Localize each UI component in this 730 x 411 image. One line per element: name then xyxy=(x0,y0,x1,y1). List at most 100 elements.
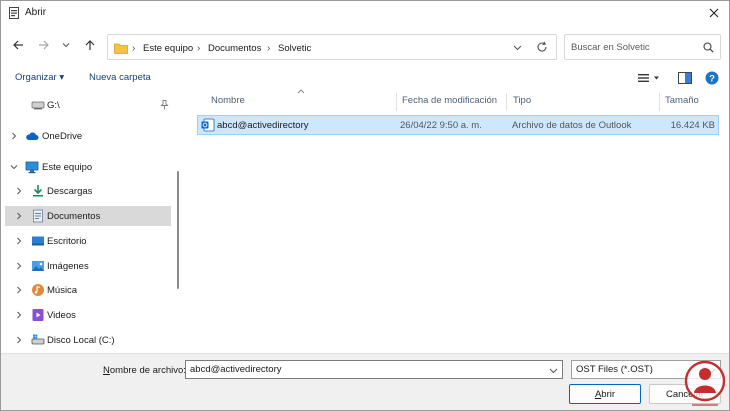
chevron-right-icon[interactable] xyxy=(15,237,23,245)
sidebar-item-label: Escritorio xyxy=(47,236,87,247)
open-button-label: brir xyxy=(601,388,616,400)
chevron-right-icon[interactable] xyxy=(15,262,23,270)
breadcrumb-separator: › xyxy=(132,43,136,54)
column-header-name[interactable]: Nombre xyxy=(211,95,245,106)
recent-locations-button[interactable] xyxy=(60,37,72,53)
column-header-type[interactable]: Tipo xyxy=(513,95,531,106)
music-icon xyxy=(32,284,44,296)
sidebar-item-onedrive[interactable]: OneDrive xyxy=(5,126,171,146)
chevron-down-icon xyxy=(62,43,70,48)
sidebar-item-label: Imágenes xyxy=(47,261,89,272)
pin-icon xyxy=(160,100,169,110)
breadcrumb-este-equipo[interactable]: Este equipo xyxy=(143,43,193,54)
table-row[interactable]: abcd@activedirectory 26/04/22 9:50 a. m.… xyxy=(197,115,719,135)
sidebar-item-disco-local-c[interactable]: Disco Local (C:) xyxy=(5,330,171,350)
breadcrumb-solvetic[interactable]: Solvetic xyxy=(278,43,311,54)
open-file-dialog: Abrir › Este equipo › Documentos › Solve… xyxy=(0,0,730,411)
arrow-right-icon xyxy=(39,40,49,50)
column-divider[interactable] xyxy=(396,93,397,111)
search-input[interactable] xyxy=(571,42,699,53)
navigation-bar: › Este equipo › Documentos › Solvetic xyxy=(1,31,729,61)
sidebar-item-label: Disco Local (C:) xyxy=(47,335,115,346)
chevron-down-icon[interactable] xyxy=(549,366,558,375)
file-type: Archivo de datos de Outlook xyxy=(512,120,632,131)
sidebar-item-label: Este equipo xyxy=(42,162,93,173)
chevron-right-icon[interactable] xyxy=(15,336,23,344)
sidebar-item-videos[interactable]: Videos xyxy=(5,305,171,325)
pictures-icon xyxy=(32,261,44,271)
download-icon xyxy=(33,185,43,197)
breadcrumb-separator: › xyxy=(267,43,271,54)
breadcrumb-separator: › xyxy=(197,43,201,54)
sidebar-scrollbar[interactable] xyxy=(177,171,179,289)
chevron-down-icon xyxy=(707,368,716,374)
chevron-right-icon[interactable] xyxy=(15,187,23,195)
filename-combobox xyxy=(185,360,563,379)
breadcrumb-documentos[interactable]: Documentos xyxy=(208,43,261,54)
chevron-right-icon[interactable] xyxy=(15,286,23,294)
cancel-button[interactable]: Cancelar xyxy=(649,384,721,404)
close-icon xyxy=(709,8,719,18)
file-size: 16.424 KB xyxy=(670,120,715,131)
column-divider[interactable] xyxy=(506,93,507,111)
sidebar-item-este-equipo[interactable]: Este equipo xyxy=(5,157,171,177)
arrow-up-icon xyxy=(85,40,95,50)
cancel-button-label: Cancelar xyxy=(665,388,705,400)
title-bar: Abrir xyxy=(1,1,729,25)
chevron-down-icon[interactable] xyxy=(513,43,522,52)
chevron-down-icon[interactable] xyxy=(10,163,18,171)
drive-icon xyxy=(31,101,45,110)
sidebar-item-imagenes[interactable]: Imágenes xyxy=(5,256,171,276)
sidebar-item-label: OneDrive xyxy=(42,131,83,142)
cloud-icon xyxy=(26,132,39,140)
chevron-right-icon[interactable] xyxy=(10,132,18,140)
column-header-size[interactable]: Tamaño xyxy=(665,95,699,106)
list-view-icon xyxy=(638,74,659,82)
sidebar-item-musica[interactable]: Música xyxy=(5,280,171,300)
sidebar-item-label: G:\ xyxy=(47,100,60,111)
outlook-data-file-icon xyxy=(201,118,215,132)
navigation-pane: G:\ OneDrive Este equipo Descargas Docum… xyxy=(1,91,183,353)
filename-label-text: ombre de archivo: xyxy=(109,365,186,376)
sidebar-item-g-drive[interactable]: G:\ xyxy=(5,95,171,115)
help-button[interactable]: ? xyxy=(704,70,720,86)
svg-text:?: ? xyxy=(709,73,715,84)
preview-pane-button[interactable] xyxy=(677,70,693,86)
organize-menu[interactable]: Organizar ▾ xyxy=(15,72,64,83)
filename-input[interactable] xyxy=(190,364,540,375)
dialog-footer: Nombre de archivo: OST Files (*.OST) Abr… xyxy=(1,353,729,410)
close-button[interactable] xyxy=(703,3,725,23)
command-bar: Organizar ▾ Nueva carpeta ? xyxy=(1,67,729,89)
view-options-button[interactable] xyxy=(636,70,662,86)
sidebar-item-escritorio[interactable]: Escritorio xyxy=(5,231,171,251)
sort-ascending-icon xyxy=(297,89,305,94)
column-header-date[interactable]: Fecha de modificación xyxy=(402,95,497,106)
back-button[interactable] xyxy=(10,37,26,53)
address-bar[interactable]: › Este equipo › Documentos › Solvetic xyxy=(107,34,557,60)
filename-label: Nombre de archivo: xyxy=(103,365,186,376)
app-icon xyxy=(9,7,19,19)
forward-button[interactable] xyxy=(36,37,52,53)
chevron-right-icon[interactable] xyxy=(15,311,23,319)
sidebar-item-descargas[interactable]: Descargas xyxy=(5,181,171,201)
refresh-icon[interactable] xyxy=(536,41,548,53)
chevron-right-icon[interactable] xyxy=(15,212,23,220)
sidebar-item-label: Descargas xyxy=(47,186,93,197)
file-type-select[interactable]: OST Files (*.OST) xyxy=(571,360,721,379)
preview-pane-icon xyxy=(678,72,692,84)
up-button[interactable] xyxy=(82,37,98,53)
search-icon[interactable] xyxy=(703,42,714,53)
open-button[interactable]: Abrir xyxy=(569,384,641,404)
filename-label-accesskey: N xyxy=(103,365,110,376)
desktop-icon xyxy=(32,236,44,246)
new-folder-button[interactable]: Nueva carpeta xyxy=(89,72,151,83)
videos-icon xyxy=(32,309,44,321)
column-divider[interactable] xyxy=(659,93,660,111)
sidebar-item-label: Videos xyxy=(47,310,76,321)
file-date: 26/04/22 9:50 a. m. xyxy=(400,120,482,131)
sidebar-item-label: Documentos xyxy=(47,211,101,222)
arrow-left-icon xyxy=(13,40,23,50)
sidebar-item-documentos[interactable]: Documentos xyxy=(5,206,171,226)
help-icon: ? xyxy=(705,71,719,85)
sidebar-item-label: Música xyxy=(47,285,78,296)
